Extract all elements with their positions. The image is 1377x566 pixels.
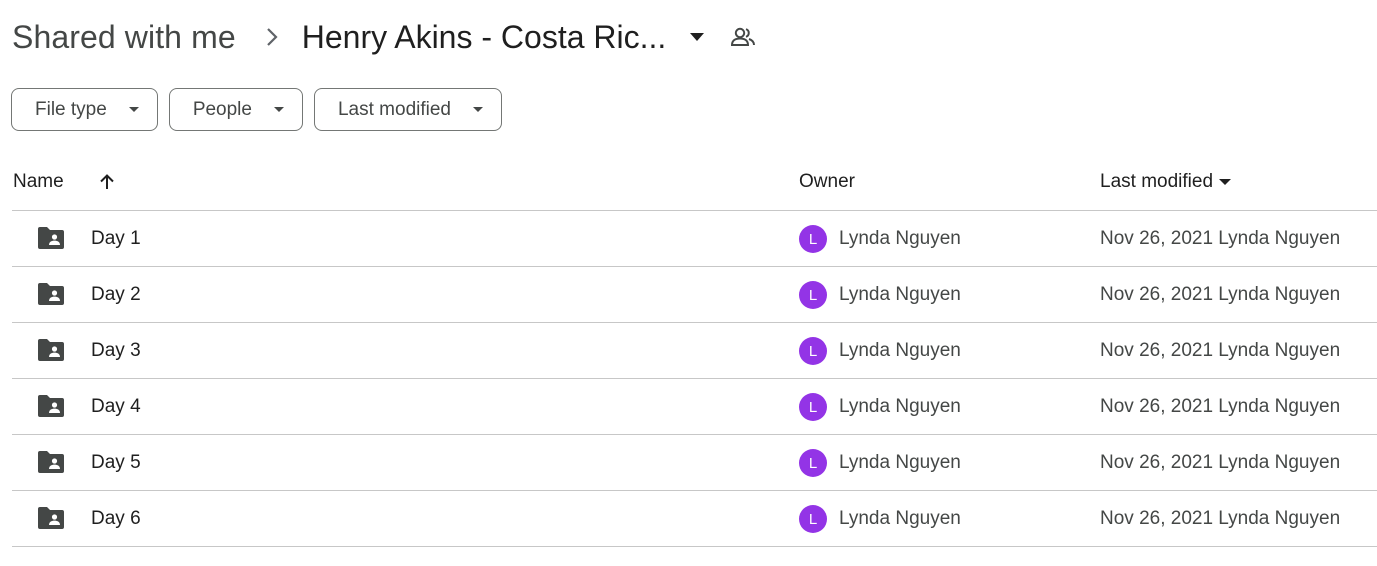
owner-name: Lynda Nguyen	[839, 228, 961, 249]
filter-label: File type	[35, 98, 107, 120]
column-header-last-modified[interactable]: Last modified	[1100, 171, 1232, 193]
shared-folder-icon	[36, 506, 66, 535]
table-row[interactable]: Day 5 L Lynda Nguyen Nov 26, 2021 Lynda …	[12, 435, 1377, 491]
chevron-right-icon	[266, 27, 278, 47]
file-name: Day 6	[91, 508, 141, 529]
shared-folder-icon	[36, 450, 66, 479]
owner-name: Lynda Nguyen	[839, 452, 961, 473]
last-modified-value: Nov 26, 2021 Lynda Nguyen	[1100, 396, 1341, 417]
shared-folder-icon	[36, 282, 66, 311]
table-row[interactable]: Day 4 L Lynda Nguyen Nov 26, 2021 Lynda …	[12, 379, 1377, 435]
shared-folder-icon	[36, 394, 66, 423]
avatar: L	[799, 281, 827, 309]
filter-label: Last modified	[337, 98, 451, 120]
file-name: Day 3	[91, 340, 141, 361]
avatar: L	[799, 505, 827, 533]
last-modified-value: Nov 26, 2021 Lynda Nguyen	[1100, 228, 1341, 249]
file-table: Name Owner Last modified Day 1 L Lynda N…	[12, 154, 1377, 547]
last-modified-value: Nov 26, 2021 Lynda Nguyen	[1100, 452, 1341, 473]
shared-folder-icon	[36, 226, 66, 255]
avatar: L	[799, 449, 827, 477]
avatar: L	[799, 225, 827, 253]
filter-people[interactable]: People	[168, 88, 303, 131]
column-header-name[interactable]: Name	[13, 171, 64, 193]
arrow-drop-down-icon	[690, 33, 705, 41]
arrow-drop-down-icon	[273, 107, 284, 112]
table-row[interactable]: Day 3 L Lynda Nguyen Nov 26, 2021 Lynda …	[12, 323, 1377, 379]
owner-name: Lynda Nguyen	[839, 340, 961, 361]
last-modified-value: Nov 26, 2021 Lynda Nguyen	[1100, 340, 1341, 361]
breadcrumb-shared-with-me[interactable]: Shared with me	[12, 19, 236, 56]
breadcrumb: Shared with me Henry Akins - Costa Ric..…	[12, 14, 756, 60]
owner-name: Lynda Nguyen	[839, 508, 961, 529]
column-header-label: Last modified	[1100, 171, 1214, 192]
filter-bar: File type People Last modified	[11, 88, 502, 131]
avatar: L	[799, 337, 827, 365]
table-row[interactable]: Day 1 L Lynda Nguyen Nov 26, 2021 Lynda …	[12, 211, 1377, 267]
folder-actions-dropdown[interactable]	[690, 33, 705, 41]
table-header: Name Owner Last modified	[12, 154, 1377, 211]
file-name: Day 1	[91, 228, 141, 249]
filter-label: People	[192, 98, 252, 120]
owner-name: Lynda Nguyen	[839, 284, 961, 305]
file-name: Day 4	[91, 396, 141, 417]
file-name: Day 5	[91, 452, 141, 473]
owner-name: Lynda Nguyen	[839, 396, 961, 417]
table-body: Day 1 L Lynda Nguyen Nov 26, 2021 Lynda …	[12, 211, 1377, 547]
shared-people-icon[interactable]	[730, 26, 756, 48]
sort-direction-button[interactable]	[98, 173, 116, 191]
column-header-owner: Owner	[799, 171, 855, 192]
avatar: L	[799, 393, 827, 421]
arrow-drop-down-icon	[128, 107, 139, 112]
file-name: Day 2	[91, 284, 141, 305]
table-row[interactable]: Day 2 L Lynda Nguyen Nov 26, 2021 Lynda …	[12, 267, 1377, 323]
filter-file-type[interactable]: File type	[11, 88, 158, 131]
breadcrumb-current-folder[interactable]: Henry Akins - Costa Ric...	[302, 19, 667, 56]
arrow-drop-down-icon	[473, 107, 483, 112]
shared-folder-icon	[36, 338, 66, 367]
table-row[interactable]: Day 6 L Lynda Nguyen Nov 26, 2021 Lynda …	[12, 491, 1377, 547]
last-modified-value: Nov 26, 2021 Lynda Nguyen	[1100, 508, 1341, 529]
last-modified-value: Nov 26, 2021 Lynda Nguyen	[1100, 284, 1341, 305]
arrow-up-icon	[100, 174, 114, 189]
filter-last-modified[interactable]: Last modified	[313, 88, 502, 131]
arrow-drop-down-icon	[1219, 179, 1232, 185]
